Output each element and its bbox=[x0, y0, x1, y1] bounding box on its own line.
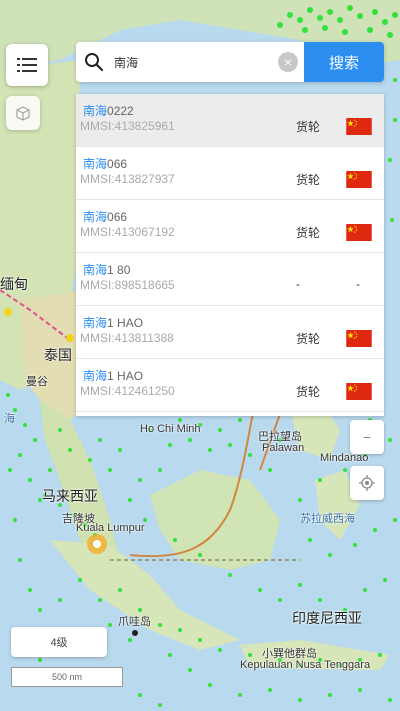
vessel-type: - bbox=[296, 277, 300, 291]
search-input[interactable] bbox=[112, 54, 286, 70]
map-label-thailand: 泰国 bbox=[44, 347, 72, 363]
flag-placeholder: - bbox=[356, 277, 360, 291]
vessel-name-highlight: 南海 bbox=[83, 316, 108, 330]
vessel-mmsi: MMSI:413067192 bbox=[80, 225, 175, 239]
vessel-name-suffix: 1 80 bbox=[107, 263, 131, 277]
vessel-name-highlight: 南海 bbox=[83, 157, 108, 171]
vessel-name: 南海066 bbox=[83, 155, 127, 172]
list-icon bbox=[17, 58, 37, 72]
vessel-name-suffix: 1 HAO bbox=[107, 316, 144, 330]
package-icon bbox=[16, 106, 30, 121]
vessel-name: 南海0222 bbox=[83, 102, 134, 119]
china-flag-icon bbox=[346, 330, 372, 347]
vessel-name: 南海066 bbox=[83, 208, 127, 225]
vessel-name-highlight: 南海 bbox=[83, 104, 108, 118]
vessel-mmsi: MMSI:898518665 bbox=[80, 278, 175, 292]
search-button[interactable]: 搜索 bbox=[304, 42, 384, 82]
vessel-name-suffix: 066 bbox=[107, 157, 128, 171]
vessel-mmsi: MMSI:413827937 bbox=[80, 172, 175, 186]
locate-button[interactable] bbox=[350, 466, 384, 500]
result-row[interactable]: 南海0222 MMSI:413825961 货轮 bbox=[76, 94, 384, 147]
menu-button[interactable] bbox=[6, 44, 48, 86]
map-label-sea-left: 海 bbox=[4, 413, 15, 425]
search-icon bbox=[85, 53, 104, 72]
result-row[interactable]: 南海1 80 MMSI:898518665 - - bbox=[76, 253, 384, 306]
vessel-mmsi: MMSI:413811388 bbox=[80, 331, 174, 345]
result-row[interactable]: 南海066 MMSI:413067192 货轮 bbox=[76, 200, 384, 253]
vessel-name: 南海1 HAO bbox=[83, 367, 143, 384]
china-flag-icon bbox=[346, 118, 372, 135]
result-row[interactable]: 南海1 HAO MMSI:413811388 货轮 bbox=[76, 306, 384, 359]
map-label-ho-chi-minh: Ho Chi Minh bbox=[140, 423, 201, 435]
clear-icon[interactable]: × bbox=[278, 52, 298, 72]
result-row[interactable]: 南海1 HAO MMSI:412461250 货轮 bbox=[76, 359, 384, 412]
china-flag-icon bbox=[346, 383, 372, 400]
vessel-type: 货轮 bbox=[296, 226, 321, 240]
china-flag-icon bbox=[346, 171, 372, 188]
layers-button[interactable] bbox=[6, 96, 40, 130]
vessel-type: 货轮 bbox=[296, 385, 321, 399]
vessel-name-highlight: 南海 bbox=[83, 263, 108, 277]
zoom-out-button[interactable]: − bbox=[350, 420, 384, 454]
vessel-name-suffix: 1 HAO bbox=[107, 369, 144, 383]
scale-bar: 500 nm bbox=[11, 667, 123, 687]
vessel-name: 南海1 80 bbox=[83, 261, 130, 278]
vessel-type: 货轮 bbox=[296, 332, 321, 346]
map-label-palawan: Palawan bbox=[262, 442, 305, 454]
result-row[interactable]: 南海066 MMSI:413827937 货轮 bbox=[76, 147, 384, 200]
map-label-java: 爪哇岛 bbox=[118, 616, 151, 628]
map-label-bangkok: 曼谷 bbox=[26, 376, 48, 388]
search-results-list: 南海0222 MMSI:413825961 货轮 南海066 MMSI:4138… bbox=[76, 94, 384, 416]
map-label-kuala-lumpur: Kuala Lumpur bbox=[76, 522, 145, 534]
map-label-indonesia: 印度尼西亚 bbox=[292, 610, 362, 626]
map-label-kepulauan: Kepulauan Nusa Tenggara bbox=[240, 659, 371, 671]
vessel-name-highlight: 南海 bbox=[83, 369, 108, 383]
vessel-name: 南海1 HAO bbox=[83, 314, 143, 331]
vessel-name-highlight: 南海 bbox=[83, 210, 108, 224]
vessel-mmsi: MMSI:413825961 bbox=[80, 119, 175, 133]
vessel-name-suffix: 0222 bbox=[107, 104, 134, 118]
vessel-type: 货轮 bbox=[296, 173, 321, 187]
china-flag-icon bbox=[346, 224, 372, 241]
location-icon bbox=[359, 475, 375, 491]
map-label-malaysia: 马来西亚 bbox=[42, 488, 98, 504]
map-label-celebes-sea: 苏拉威西海 bbox=[300, 513, 355, 525]
search-bar: × 搜索 bbox=[76, 42, 384, 82]
map-label-myanmar: 缅甸 bbox=[0, 276, 28, 292]
vessel-type: 货轮 bbox=[296, 120, 321, 134]
vessel-mmsi: MMSI:412461250 bbox=[80, 384, 175, 398]
vessel-name-suffix: 066 bbox=[107, 210, 128, 224]
zoom-level-indicator[interactable]: 4级 bbox=[11, 627, 107, 657]
